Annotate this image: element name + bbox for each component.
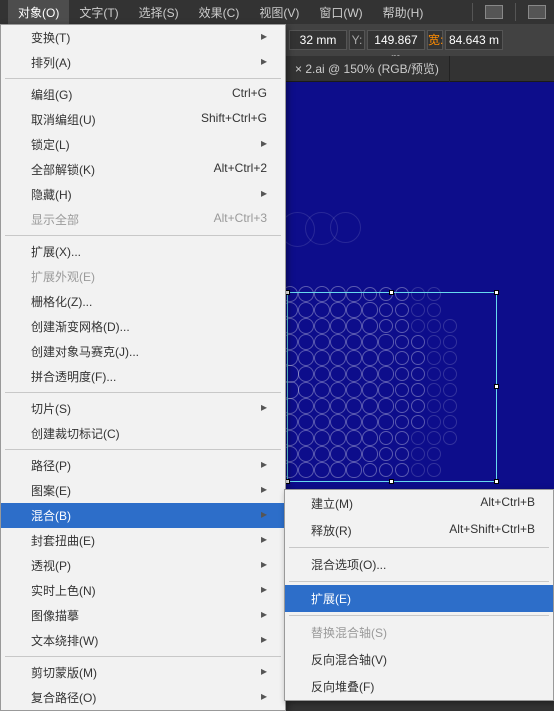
menu-text-wrap[interactable]: 文本绕排(W)▸ (1, 628, 285, 653)
chevron-right-icon: ▸ (261, 582, 267, 599)
blend-options[interactable]: 混合选项(O)... (285, 551, 553, 578)
handle-br[interactable] (494, 479, 499, 484)
chevron-right-icon: ▸ (261, 557, 267, 574)
menu-mosaic[interactable]: 创建对象马赛克(J)... (1, 339, 285, 364)
workspace-icon[interactable] (528, 5, 546, 19)
w-label: 宽: (427, 30, 443, 50)
menu-trim-marks[interactable]: 创建裁切标记(C) (1, 421, 285, 446)
blend-expand[interactable]: 扩展(E) (285, 585, 553, 612)
menu-arrange[interactable]: 排列(A)▸ (1, 50, 285, 75)
chevron-right-icon: ▸ (261, 532, 267, 549)
menu-view[interactable]: 视图(V) (249, 0, 309, 25)
chevron-right-icon: ▸ (261, 186, 267, 203)
menu-clipping-mask[interactable]: 剪切蒙版(M)▸ (1, 660, 285, 685)
chevron-right-icon: ▸ (261, 607, 267, 624)
handle-tm[interactable] (389, 290, 394, 295)
chevron-right-icon: ▸ (261, 507, 267, 524)
handle-bm[interactable] (389, 479, 394, 484)
menu-ungroup[interactable]: 取消编组(U)Shift+Ctrl+G (1, 107, 285, 132)
menu-flatten[interactable]: 拼合透明度(F)... (1, 364, 285, 389)
x-field[interactable]: 32 mm (289, 30, 347, 50)
chevron-right-icon: ▸ (261, 457, 267, 474)
y-field[interactable]: 149.867 m (367, 30, 425, 50)
handle-mr[interactable] (494, 384, 499, 389)
menu-type[interactable]: 文字(T) (69, 0, 128, 25)
menu-expand-appearance: 扩展外观(E) (1, 264, 285, 289)
menu-gradient-mesh[interactable]: 创建渐变网格(D)... (1, 314, 285, 339)
blend-make[interactable]: 建立(M)Alt+Ctrl+B (285, 490, 553, 517)
menu-show-all: 显示全部Alt+Ctrl+3 (1, 207, 285, 232)
menu-window[interactable]: 窗口(W) (309, 0, 372, 25)
chevron-right-icon: ▸ (261, 689, 267, 706)
menu-perspective[interactable]: 透视(P)▸ (1, 553, 285, 578)
menu-image-trace[interactable]: 图像描摹▸ (1, 603, 285, 628)
chevron-right-icon: ▸ (261, 29, 267, 46)
menu-help[interactable]: 帮助(H) (373, 0, 434, 25)
menu-slice[interactable]: 切片(S)▸ (1, 396, 285, 421)
menu-group[interactable]: 编组(G)Ctrl+G (1, 82, 285, 107)
menu-pattern[interactable]: 图案(E)▸ (1, 478, 285, 503)
menu-effect[interactable]: 效果(C) (189, 0, 250, 25)
layout-icon[interactable] (485, 5, 503, 19)
blend-release[interactable]: 释放(R)Alt+Shift+Ctrl+B (285, 517, 553, 544)
menu-envelope[interactable]: 封套扭曲(E)▸ (1, 528, 285, 553)
handle-tr[interactable] (494, 290, 499, 295)
tab-close-icon[interactable]: × (295, 62, 302, 76)
w-field[interactable]: 84.643 m (445, 30, 503, 50)
object-menu-dropdown: 变换(T)▸ 排列(A)▸ 编组(G)Ctrl+G 取消编组(U)Shift+C… (0, 24, 286, 711)
chevron-right-icon: ▸ (261, 664, 267, 681)
menu-unlock-all[interactable]: 全部解锁(K)Alt+Ctrl+2 (1, 157, 285, 182)
menu-expand[interactable]: 扩展(X)... (1, 239, 285, 264)
menubar: 对象(O) 文字(T) 选择(S) 效果(C) 视图(V) 窗口(W) 帮助(H… (0, 0, 554, 24)
menu-compound-path[interactable]: 复合路径(O)▸ (1, 685, 285, 710)
document-tabbar: × 2.ai @ 150% (RGB/预览) (285, 56, 554, 82)
tab-title: 2.ai @ 150% (RGB/预览) (305, 62, 439, 76)
chevron-right-icon: ▸ (261, 482, 267, 499)
menu-blend[interactable]: 混合(B)▸ (1, 503, 285, 528)
menu-transform[interactable]: 变换(T)▸ (1, 25, 285, 50)
menu-path[interactable]: 路径(P)▸ (1, 453, 285, 478)
menu-select[interactable]: 选择(S) (129, 0, 189, 25)
chevron-right-icon: ▸ (261, 400, 267, 417)
menu-lock[interactable]: 锁定(L)▸ (1, 132, 285, 157)
control-bar: 32 mm Y: 149.867 m 宽: 84.643 m (285, 24, 554, 56)
blend-replace-spine: 替换混合轴(S) (285, 619, 553, 646)
blend-reverse-spine[interactable]: 反向混合轴(V) (285, 646, 553, 673)
menu-live-paint[interactable]: 实时上色(N)▸ (1, 578, 285, 603)
menu-rasterize[interactable]: 栅格化(Z)... (1, 289, 285, 314)
document-tab[interactable]: × 2.ai @ 150% (RGB/预览) (285, 56, 450, 82)
menu-object[interactable]: 对象(O) (8, 0, 69, 25)
menu-hide[interactable]: 隐藏(H)▸ (1, 182, 285, 207)
chevron-right-icon: ▸ (261, 136, 267, 153)
selection-bounds (287, 292, 497, 482)
blend-reverse-front[interactable]: 反向堆叠(F) (285, 673, 553, 700)
y-label: Y: (349, 30, 365, 50)
blend-submenu: 建立(M)Alt+Ctrl+B 释放(R)Alt+Shift+Ctrl+B 混合… (284, 489, 554, 701)
chevron-right-icon: ▸ (261, 632, 267, 649)
chevron-right-icon: ▸ (261, 54, 267, 71)
